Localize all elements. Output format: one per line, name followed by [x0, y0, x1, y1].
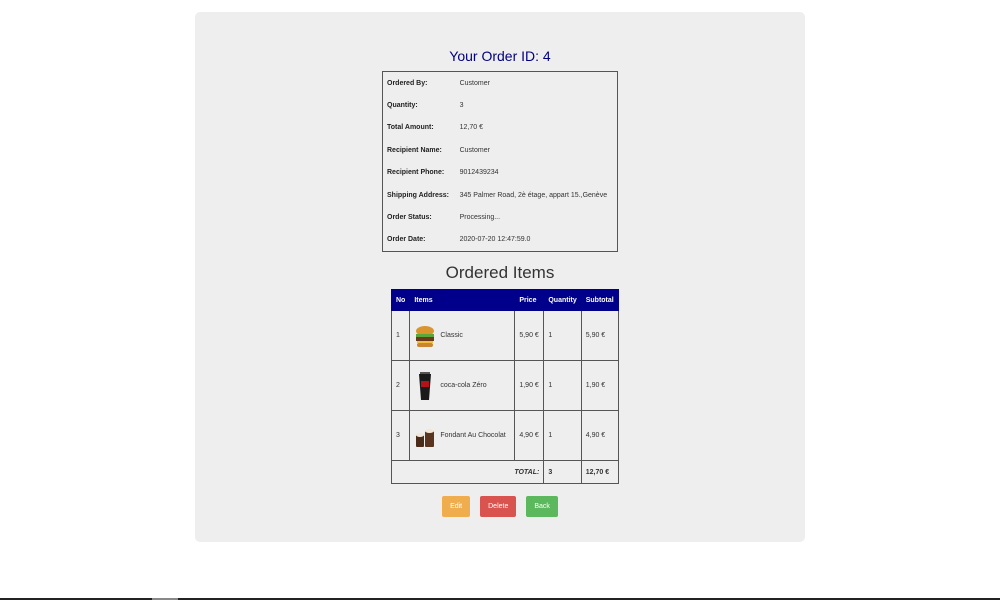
detail-value: Processing...	[459, 214, 501, 222]
detail-label: Shipping Address:	[387, 191, 449, 199]
edit-button[interactable]: Edit	[442, 496, 471, 517]
total-quantity: 3	[543, 460, 582, 484]
detail-label: Ordered By:	[387, 79, 428, 87]
item-cell: Fondant Au Chocolat	[409, 410, 516, 461]
detail-value: Customer	[459, 146, 490, 154]
detail-label: Order Date:	[387, 236, 426, 244]
detail-label: Recipient Phone:	[387, 169, 445, 177]
item-subtotal: 4,90 €	[580, 410, 619, 461]
detail-row: Recipient Name: Customer	[383, 139, 618, 161]
detail-value: 3	[459, 102, 464, 110]
detail-label: Recipient Name:	[387, 146, 442, 154]
detail-row: Order Date: 2020-07-20 12:47:59.0	[383, 229, 618, 252]
item-name: Classic	[440, 332, 463, 339]
item-no: 2	[390, 360, 411, 411]
detail-label: Order Status:	[387, 214, 432, 222]
detail-value: 9012439234	[459, 169, 499, 177]
item-price: 1,90 €	[514, 360, 545, 411]
header-no: No	[390, 289, 411, 311]
order-card: Your Order ID: 4 Ordered By: Customer Qu…	[195, 12, 805, 542]
detail-value: 345 Palmer Road, 2è étage, appart 15.,Ge…	[459, 191, 608, 199]
order-details-table: Ordered By: Customer Quantity: 3 Total A…	[382, 71, 618, 253]
item-subtotal: 5,90 €	[580, 310, 619, 361]
total-label: TOTAL:	[390, 460, 545, 484]
cola-cup-icon	[419, 371, 432, 400]
item-quantity: 1	[543, 410, 582, 461]
item-quantity: 1	[543, 310, 582, 361]
header-subtotal: Subtotal	[580, 289, 619, 311]
detail-label: Total Amount:	[387, 124, 434, 132]
ordered-items-table: No Items Price Quantity Subtotal 1 Class…	[390, 289, 619, 484]
delete-button[interactable]: Delete	[480, 496, 517, 517]
detail-row: Order Status: Processing...	[383, 206, 618, 228]
item-cell: coca-cola Zéro	[409, 360, 516, 411]
item-price: 4,90 €	[514, 410, 545, 461]
table-row: 1 Classic 5,90 € 1 5,90 €	[390, 310, 619, 361]
total-amount: 12,70 €	[580, 460, 619, 484]
item-cell: Classic	[409, 310, 516, 361]
header-items: Items	[409, 289, 516, 311]
detail-row: Ordered By: Customer	[383, 72, 618, 95]
item-name: coca-cola Zéro	[440, 382, 487, 389]
detail-row: Recipient Phone: 9012439234	[383, 162, 618, 184]
detail-value: Customer	[459, 79, 490, 87]
detail-row: Quantity: 3	[383, 94, 618, 116]
chocolate-fondant-icon	[416, 428, 435, 447]
total-row: TOTAL: 3 12,70 €	[390, 460, 619, 484]
header-quantity: Quantity	[543, 289, 582, 311]
burger-icon	[416, 325, 435, 347]
action-buttons: Edit Delete Back	[195, 496, 805, 517]
header-price: Price	[514, 289, 545, 311]
ordered-items-title: Ordered Items	[445, 263, 555, 282]
table-header-row: No Items Price Quantity Subtotal	[390, 289, 619, 311]
item-quantity: 1	[543, 360, 582, 411]
item-subtotal: 1,90 €	[580, 360, 619, 411]
detail-row: Shipping Address: 345 Palmer Road, 2è ét…	[383, 184, 618, 206]
detail-value: 2020-07-20 12:47:59.0	[459, 236, 531, 244]
order-title: Your Order ID: 4	[449, 48, 551, 64]
item-name: Fondant Au Chocolat	[440, 432, 506, 439]
back-button[interactable]: Back	[526, 496, 558, 517]
table-row: 2 coca-cola Zéro 1,90 € 1 1,90 €	[390, 360, 619, 411]
item-no: 3	[390, 410, 411, 461]
item-no: 1	[390, 310, 411, 361]
detail-value: 12,70 €	[459, 124, 483, 132]
detail-row: Total Amount: 12,70 €	[383, 117, 618, 139]
detail-label: Quantity:	[387, 102, 418, 110]
table-row: 3 Fondant Au Chocolat 4,90 € 1 4,90 €	[390, 410, 619, 461]
item-price: 5,90 €	[514, 310, 545, 361]
